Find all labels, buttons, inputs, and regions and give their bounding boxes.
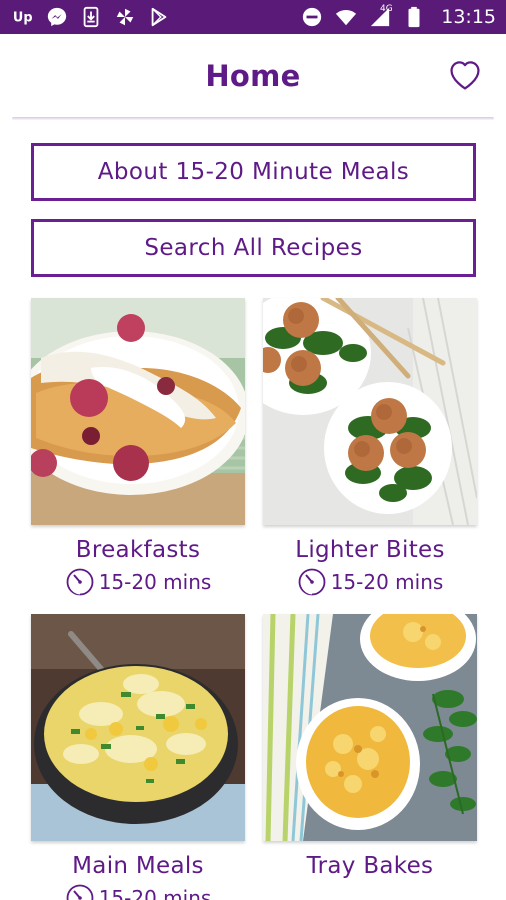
upwork-icon: Up: [12, 6, 34, 28]
card-title: Breakfasts: [75, 537, 201, 563]
status-time: 13:15: [441, 6, 496, 28]
breakfasts-image: [31, 298, 245, 525]
app-bar-divider: [12, 117, 494, 120]
card-time: 15-20 mins: [263, 567, 477, 597]
pinwheel-icon: [114, 6, 136, 28]
status-notifications: Up: [12, 6, 170, 28]
battery-icon: [403, 6, 425, 28]
page-title: Home: [205, 59, 301, 93]
category-card-lighter-bites[interactable]: Lighter Bites 15-20 mins: [263, 298, 477, 597]
app-bar: Home: [0, 34, 506, 118]
heart-outline-icon: [450, 61, 480, 90]
category-card-breakfasts[interactable]: Breakfasts 15-20 mins: [31, 298, 245, 597]
card-title: Lighter Bites: [295, 537, 445, 563]
timer-icon: [65, 567, 95, 597]
lighter-bites-image: [263, 298, 477, 525]
category-card-tray-bakes[interactable]: Tray Bakes: [263, 614, 477, 879]
favorites-button[interactable]: [446, 56, 484, 94]
time-label: 15-20 mins: [98, 886, 212, 900]
timer-icon: [65, 883, 95, 900]
card-title: Tray Bakes: [306, 853, 434, 879]
main-meals-image: [31, 614, 245, 841]
wifi-icon: [335, 6, 357, 28]
network-type-label: 4G: [380, 4, 393, 14]
search-recipes-button[interactable]: Search All Recipes: [31, 219, 476, 277]
time-label: 15-20 mins: [98, 570, 212, 594]
time-label: 15-20 mins: [330, 570, 444, 594]
play-store-icon: [148, 6, 170, 28]
messenger-icon: [46, 6, 68, 28]
card-time: 15-20 mins: [31, 567, 245, 597]
card-title: Main Meals: [72, 853, 204, 879]
category-card-main-meals[interactable]: Main Meals 15-20 mins: [31, 614, 245, 900]
tray-bakes-image: [263, 614, 477, 841]
timer-icon: [297, 567, 327, 597]
svg-text:Up: Up: [13, 11, 33, 26]
download-icon: [80, 6, 102, 28]
about-meals-button[interactable]: About 15-20 Minute Meals: [31, 143, 476, 201]
status-system: 13:15: [301, 6, 496, 28]
do-not-disturb-icon: [301, 6, 323, 28]
card-time: 15-20 mins: [31, 883, 245, 900]
status-bar: Up 13:15 4G: [0, 0, 506, 34]
